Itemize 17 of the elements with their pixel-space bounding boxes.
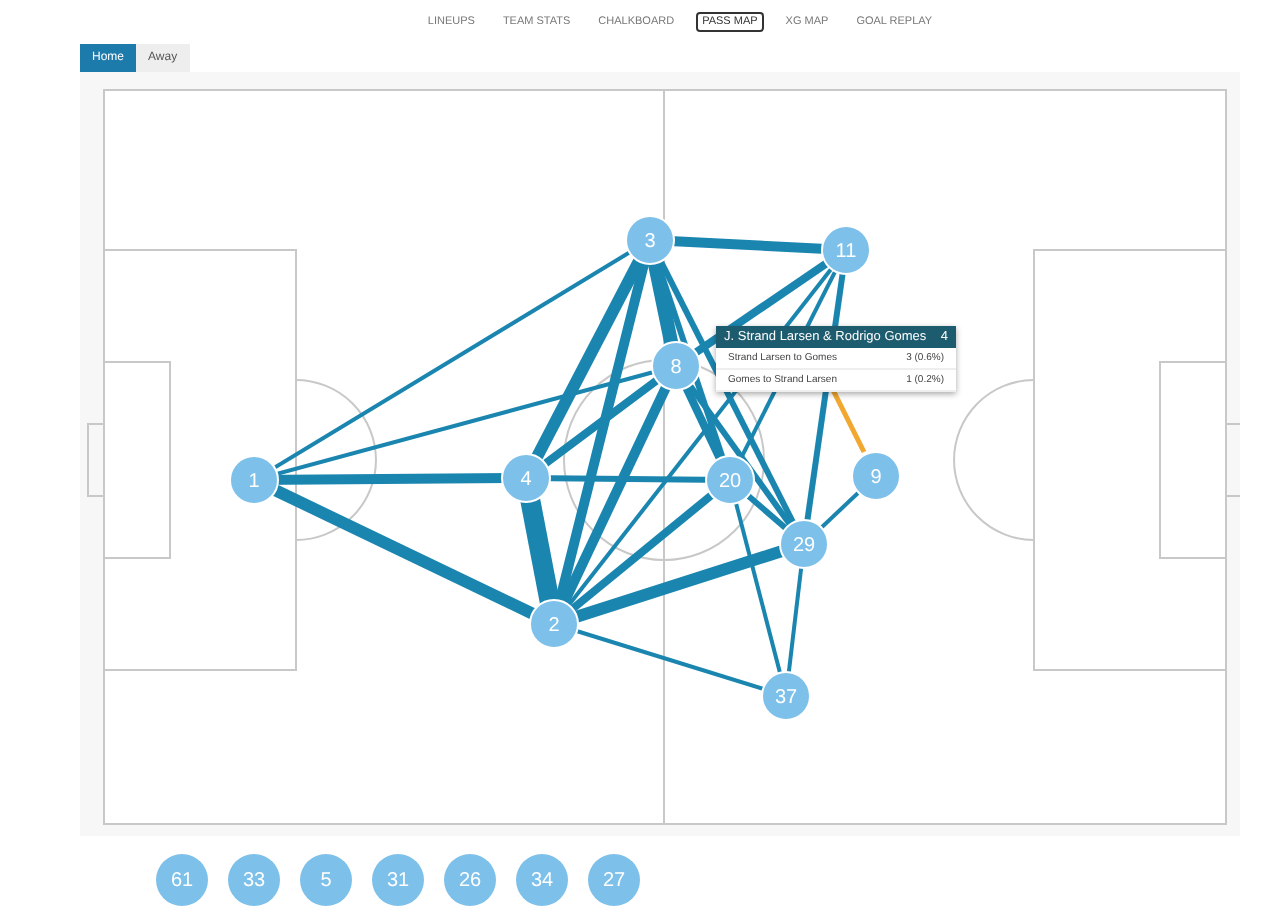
substitute-node[interactable]: 31 — [372, 854, 424, 906]
player-node[interactable]: 3 — [625, 215, 675, 265]
player-node[interactable]: 37 — [761, 671, 811, 721]
player-node[interactable]: 4 — [501, 453, 551, 503]
substitute-node[interactable]: 26 — [444, 854, 496, 906]
player-node[interactable]: 29 — [779, 519, 829, 569]
player-node[interactable]: 1 — [229, 455, 279, 505]
substitute-node[interactable]: 33 — [228, 854, 280, 906]
substitute-node[interactable]: 5 — [300, 854, 352, 906]
player-node[interactable]: 2 — [529, 599, 579, 649]
player-node[interactable]: 8 — [651, 341, 701, 391]
substitute-node[interactable]: 61 — [156, 854, 208, 906]
player-node[interactable]: 11 — [821, 225, 871, 275]
player-node[interactable]: 20 — [705, 455, 755, 505]
player-node[interactable]: 9 — [851, 451, 901, 501]
substitute-node[interactable]: 27 — [588, 854, 640, 906]
substitute-node[interactable]: 34 — [516, 854, 568, 906]
